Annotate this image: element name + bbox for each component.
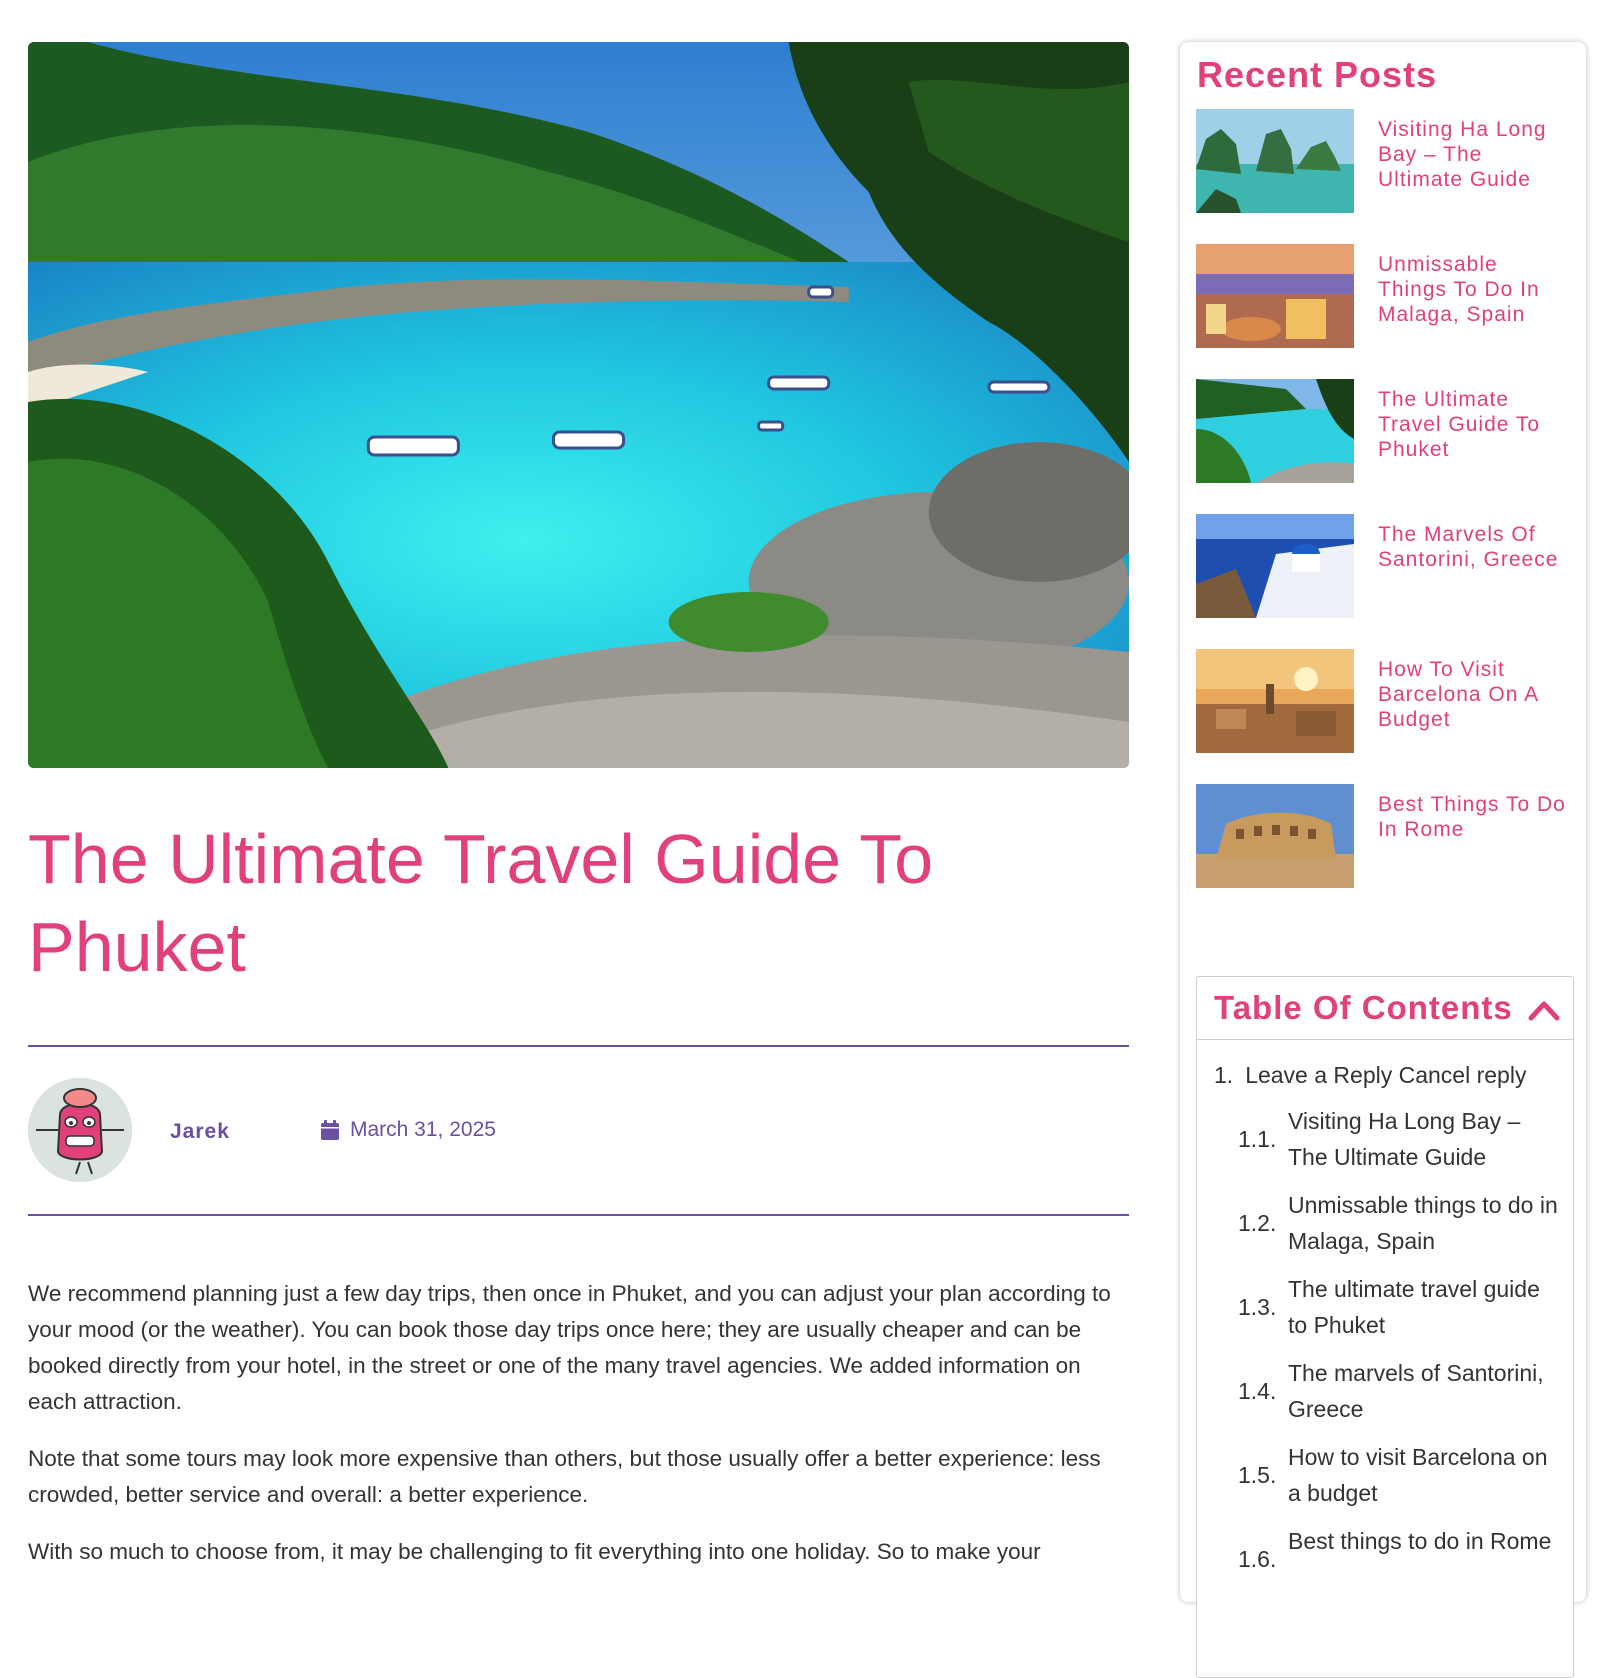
recent-post-title[interactable]: The Ultimate Travel Guide To Phuket (1378, 387, 1573, 462)
recent-post-title[interactable]: The Marvels Of Santorini, Greece (1378, 522, 1573, 572)
toc-subitem-number: 1.4. (1238, 1378, 1277, 1404)
toc-title: Table Of Contents (1214, 989, 1513, 1026)
recent-post-title[interactable]: Visiting Ha Long Bay – The Ultimate Guid… (1378, 117, 1573, 192)
recent-post-thumbnail[interactable] (1196, 244, 1354, 348)
paragraph: Note that some tours may look more expen… (28, 1446, 1101, 1507)
chevron-up-icon[interactable] (1527, 997, 1561, 1023)
recent-post-thumbnail[interactable] (1196, 514, 1354, 618)
featured-image (28, 42, 1129, 768)
post-date: March 31, 2025 (320, 1118, 496, 1142)
recent-post-link[interactable]: The Ultimate Travel Guide To Phuket (1196, 379, 1571, 483)
toc-subitem[interactable]: 1.4. The marvels of Santorini, Greece (1238, 1355, 1568, 1427)
toc-subitem[interactable]: 1.6. Best things to do in Rome (1238, 1523, 1568, 1595)
toc-subitem-text[interactable]: How to visit Barcelona on a budget (1288, 1439, 1558, 1511)
toc-subitem-text[interactable]: Visiting Ha Long Bay – The Ultimate Guid… (1288, 1103, 1558, 1175)
paragraph: We recommend planning just a few day tri… (28, 1281, 1111, 1414)
recent-post-link[interactable]: Best Things To Do In Rome (1196, 784, 1571, 888)
toc-subitem-number: 1.3. (1238, 1294, 1277, 1320)
toc-subitem[interactable]: 1.3. The ultimate travel guide to Phuket (1238, 1271, 1568, 1343)
toc-subitem-number: 1.2. (1238, 1210, 1277, 1236)
toc-subitem-text[interactable]: The ultimate travel guide to Phuket (1288, 1271, 1558, 1343)
recent-post-title[interactable]: Best Things To Do In Rome (1378, 792, 1573, 842)
toc-subitem-text[interactable]: Unmissable things to do in Malaga, Spain (1288, 1187, 1558, 1259)
toc-subitem[interactable]: 1.1. Visiting Ha Long Bay – The Ultimate… (1238, 1103, 1568, 1175)
post-title: The Ultimate Travel Guide To Phuket (28, 820, 934, 986)
toc-item[interactable]: 1. Leave a Reply Cancel reply (1214, 1057, 1526, 1093)
sidebar: Recent Posts Visiting Ha Long Bay – The … (1180, 42, 1586, 1678)
toc-subitem-text[interactable]: The marvels of Santorini, Greece (1288, 1355, 1558, 1427)
recent-post-thumbnail[interactable] (1196, 379, 1354, 483)
recent-posts-heading: Recent Posts (1197, 54, 1438, 95)
toc-subitem[interactable]: 1.5. How to visit Barcelona on a budget (1238, 1439, 1568, 1511)
divider (28, 1214, 1129, 1216)
author-avatar[interactable] (28, 1078, 132, 1182)
paragraph: With so much to choose from, it may be c… (28, 1539, 1041, 1564)
toc-item-text[interactable]: Leave a Reply Cancel reply (1245, 1062, 1526, 1088)
author-link[interactable]: Jarek (170, 1120, 230, 1144)
recent-post-thumbnail[interactable] (1196, 784, 1354, 888)
table-of-contents: Table Of Contents 1. Leave a Reply Cancel… (1196, 976, 1574, 1678)
toc-subitem-text[interactable]: Best things to do in Rome (1288, 1523, 1558, 1559)
recent-post-link[interactable]: Unmissable Things To Do In Malaga, Spain (1196, 244, 1571, 348)
toc-subitem[interactable]: 1.2. Unmissable things to do in Malaga, … (1238, 1187, 1568, 1259)
recent-post-link[interactable]: How To Visit Barcelona On A Budget (1196, 649, 1571, 753)
recent-post-thumbnail[interactable] (1196, 649, 1354, 753)
divider (28, 1045, 1129, 1047)
recent-post-thumbnail[interactable] (1196, 109, 1354, 213)
toc-subitem-number: 1.6. (1238, 1546, 1277, 1572)
recent-post-title[interactable]: Unmissable Things To Do In Malaga, Spain (1378, 252, 1573, 327)
toc-subitem-number: 1.5. (1238, 1462, 1277, 1488)
toc-header[interactable]: Table Of Contents (1197, 977, 1573, 1040)
article-body: We recommend planning just a few day tri… (28, 1276, 1128, 1591)
date-text: March 31, 2025 (350, 1118, 496, 1141)
toc-subitem-number: 1.1. (1238, 1126, 1277, 1152)
recent-post-link[interactable]: Visiting Ha Long Bay – The Ultimate Guid… (1196, 109, 1571, 213)
toc-item-number: 1. (1214, 1062, 1234, 1088)
calendar-icon (320, 1119, 340, 1141)
recent-post-title[interactable]: How To Visit Barcelona On A Budget (1378, 657, 1573, 732)
recent-post-link[interactable]: The Marvels Of Santorini, Greece (1196, 514, 1571, 618)
